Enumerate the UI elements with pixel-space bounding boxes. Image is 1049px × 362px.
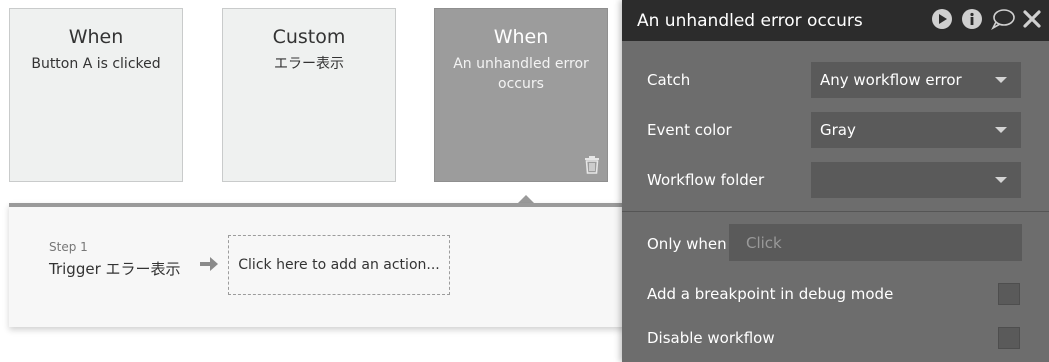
comment-icon[interactable]	[991, 8, 1015, 30]
catch-dropdown[interactable]: Any workflow error	[811, 62, 1021, 98]
event-color-dropdown[interactable]: Gray	[811, 112, 1021, 148]
event-card-button-click[interactable]: When Button A is clicked	[9, 8, 183, 182]
arrow-right-icon	[200, 257, 218, 271]
catch-value: Any workflow error	[820, 71, 962, 89]
event-card-unhandled-error[interactable]: When An unhandled error occurs	[434, 8, 608, 182]
only-when-input[interactable]: Click	[729, 224, 1022, 261]
only-when-label: Only when	[647, 235, 727, 253]
section-divider	[622, 211, 1049, 212]
event-card-title: Custom	[272, 26, 346, 48]
workflow-folder-dropdown[interactable]	[811, 162, 1021, 198]
chevron-down-icon	[995, 177, 1007, 183]
event-color-value: Gray	[820, 121, 856, 139]
event-card-subtitle: Button A is clicked	[31, 56, 161, 72]
close-icon[interactable]	[1023, 10, 1041, 28]
workflow-folder-label: Workflow folder	[647, 171, 765, 189]
breakpoint-label: Add a breakpoint in debug mode	[647, 285, 894, 303]
step-number: Step 1	[49, 240, 88, 254]
event-card-title: When	[68, 26, 124, 48]
event-card-subtitle: エラー表示	[274, 56, 344, 72]
event-card-subtitle: An unhandled error occurs	[453, 56, 589, 92]
chevron-down-icon	[995, 77, 1007, 83]
event-card-custom[interactable]: Custom エラー表示	[222, 8, 396, 182]
catch-label: Catch	[647, 71, 691, 89]
breakpoint-checkbox[interactable]	[998, 283, 1020, 305]
disable-workflow-label: Disable workflow	[647, 329, 775, 347]
trash-icon[interactable]	[584, 156, 600, 174]
play-icon[interactable]	[931, 8, 953, 30]
editor-title: An unhandled error occurs	[637, 10, 863, 31]
info-icon[interactable]	[961, 8, 983, 30]
editor-header: An unhandled error occurs	[622, 0, 1049, 41]
workflow-steps-panel: Step 1 Trigger エラー表示 Click here to add a…	[9, 203, 649, 327]
disable-workflow-checkbox[interactable]	[998, 327, 1020, 349]
chevron-down-icon	[995, 127, 1007, 133]
step-title[interactable]: Trigger エラー表示	[49, 258, 181, 279]
add-action-button[interactable]: Click here to add an action...	[228, 235, 450, 295]
property-editor: An unhandled error occurs Catch Any work…	[622, 0, 1049, 362]
only-when-placeholder: Click	[746, 233, 782, 252]
event-color-label: Event color	[647, 121, 732, 139]
event-card-title: When	[493, 26, 549, 48]
